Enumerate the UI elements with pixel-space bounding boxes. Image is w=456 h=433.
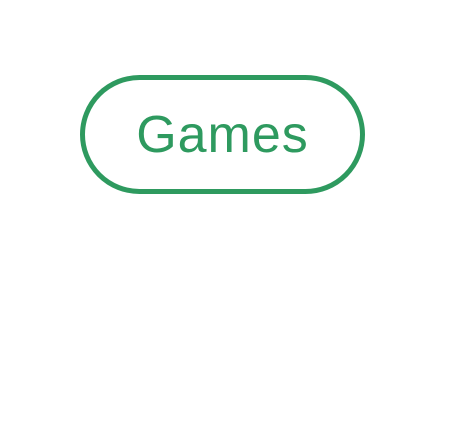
games-chip-button[interactable]: Games: [80, 75, 365, 194]
games-chip-label: Games: [136, 105, 309, 164]
